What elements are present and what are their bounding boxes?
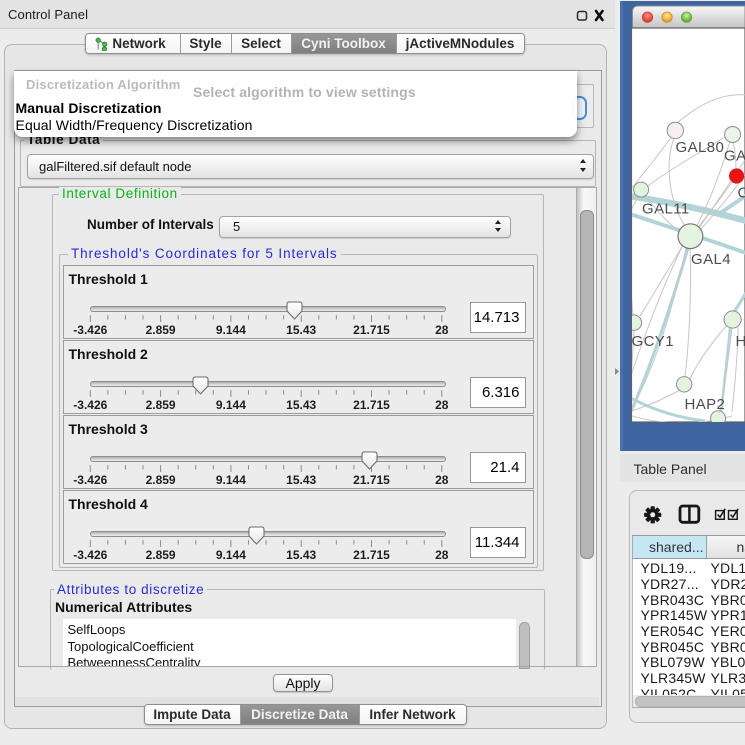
svg-text:HAP2: HAP2 [685, 396, 726, 413]
svg-text:GCY1: GCY1 [632, 333, 674, 350]
svg-text:CDC: CDC [738, 185, 745, 202]
svg-text:GAL4: GAL4 [691, 251, 731, 268]
svg-text:GAL80: GAL80 [676, 139, 725, 156]
svg-text:GAL11: GAL11 [642, 201, 690, 218]
svg-text:GAL2: GAL2 [724, 148, 745, 165]
svg-text:HIS: HIS [736, 333, 745, 350]
